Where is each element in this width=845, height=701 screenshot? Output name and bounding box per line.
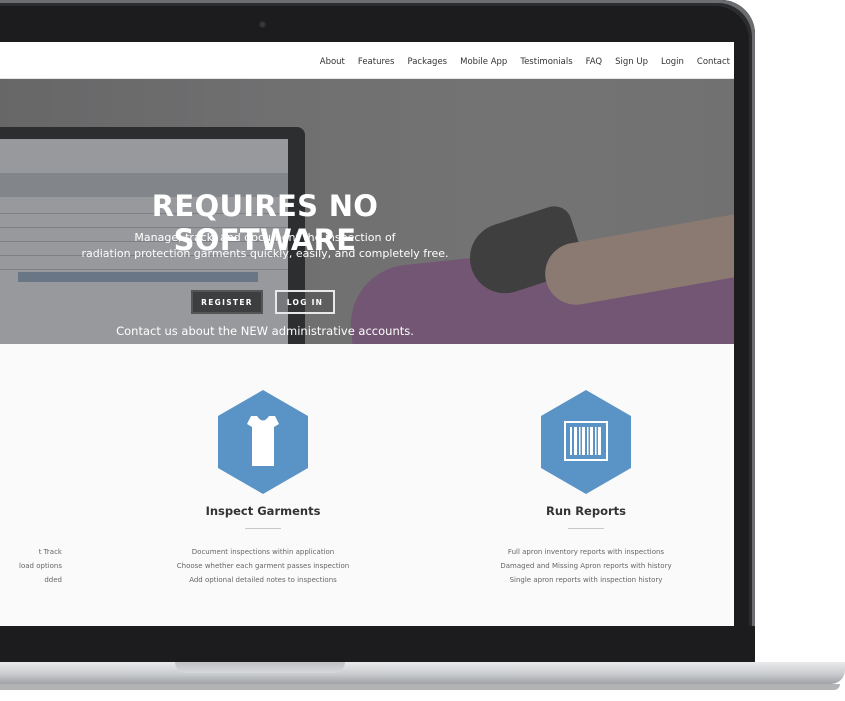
laptop-opening-notch [175,662,345,673]
nav-mobile-app[interactable]: Mobile App [460,57,507,67]
hero-subtitle-line-2: radiation protection garments quickly, e… [81,247,449,260]
feature-hexagon [218,390,308,494]
register-button[interactable]: REGISTER [191,290,263,314]
top-navigation: About Features Packages Mobile App Testi… [0,42,734,79]
feature-hexagon [541,390,631,494]
feature-inspect-list: Document inspections within application … [143,545,383,587]
nav-login[interactable]: Login [661,57,684,67]
feature-track-line: t Track [38,548,62,556]
nav-faq[interactable]: FAQ [586,57,602,67]
feature-divider [245,528,281,529]
nav-sign-up[interactable]: Sign Up [615,57,648,67]
feature-inspect-line: Add optional detailed notes to inspectio… [189,576,337,584]
nav-testimonials[interactable]: Testimonials [520,57,572,67]
laptop-shadow [0,684,840,690]
nav-menu: About Features Packages Mobile App Testi… [320,42,730,78]
feature-track-list: t Track load options dded [0,545,62,587]
nav-contact[interactable]: Contact [697,57,730,67]
barcode-icon [564,421,608,461]
nav-about[interactable]: About [320,57,345,67]
laptop-base [0,662,845,684]
garment-icon [247,416,279,466]
nav-features[interactable]: Features [358,57,395,67]
feature-divider [568,528,604,529]
login-button[interactable]: LOG IN [275,290,335,314]
feature-track-line: dded [44,576,62,584]
feature-inspect-line: Document inspections within application [191,548,335,556]
feature-reports-title: Run Reports [545,504,627,518]
webcam [259,21,266,28]
hero-contact-note: Contact us about the NEW administrative … [116,324,414,338]
feature-reports-line: Damaged and Missing Apron reports with h… [500,562,672,570]
hero-subtitle-line-1: Manage, track, and document the inspecti… [134,231,396,244]
laptop-bezel-bottom [0,626,755,666]
feature-reports-line: Full apron inventory reports with inspec… [507,548,665,556]
feature-reports-line: Single apron reports with inspection his… [509,576,663,584]
hero-section: REQUIRES NO SOFTWARE Manage, track, and … [0,79,734,344]
feature-inspect-title: Inspect Garments [205,504,321,518]
nav-packages[interactable]: Packages [407,57,447,67]
hero-subtitle: Manage, track, and document the inspecti… [60,230,470,262]
feature-reports-list: Full apron inventory reports with inspec… [466,545,706,587]
feature-inspect-line: Choose whether each garment passes inspe… [176,562,350,570]
laptop-screen: About Features Packages Mobile App Testi… [0,42,734,626]
feature-track-line: load options [19,562,62,570]
